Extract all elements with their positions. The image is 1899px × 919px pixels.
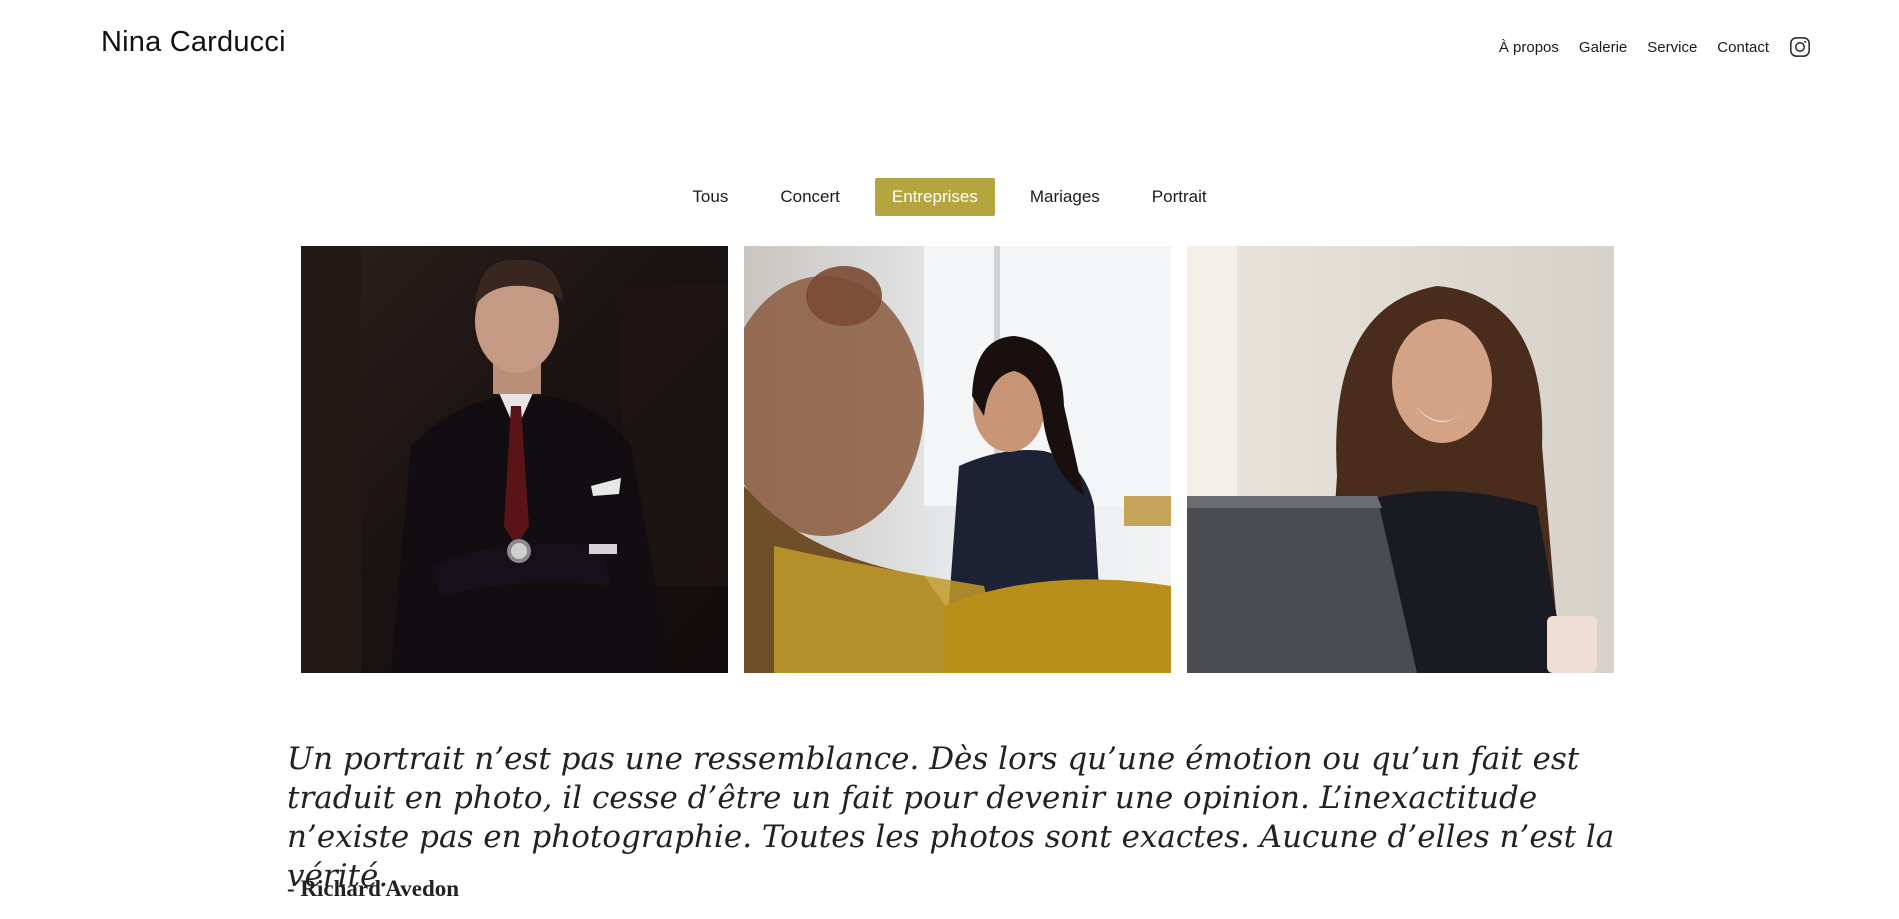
smiling-woman-office-photo[interactable] [744, 246, 1171, 673]
main-nav: À propos Galerie Service Contact [1499, 36, 1811, 58]
instagram-icon[interactable] [1789, 36, 1811, 58]
man-in-suit-photo[interactable] [301, 246, 728, 673]
filter-portrait[interactable]: Portrait [1135, 178, 1224, 216]
filter-entreprises[interactable]: Entreprises [874, 178, 995, 216]
filter-mariages[interactable]: Mariages [1013, 178, 1117, 216]
gallery-grid [301, 246, 1614, 673]
nav-link-contact[interactable]: Contact [1717, 39, 1769, 56]
filter-concert[interactable]: Concert [763, 178, 857, 216]
gallery-filters: Tous Concert Entreprises Mariages Portra… [0, 178, 1899, 216]
nav-link-service[interactable]: Service [1647, 39, 1697, 56]
brand-title[interactable]: Nina Carducci [101, 26, 286, 59]
quote-author: - Richard Avedon [287, 876, 460, 901]
nav-link-galerie[interactable]: Galerie [1579, 39, 1627, 56]
nav-link-a-propos[interactable]: À propos [1499, 39, 1559, 56]
page: Nina Carducci À propos Galerie Service C… [0, 0, 1899, 919]
filter-tous[interactable]: Tous [675, 178, 745, 216]
laughing-woman-laptop-photo[interactable] [1187, 246, 1614, 673]
quote-text: Un portrait n’est pas une ressemblance. … [287, 741, 1615, 894]
